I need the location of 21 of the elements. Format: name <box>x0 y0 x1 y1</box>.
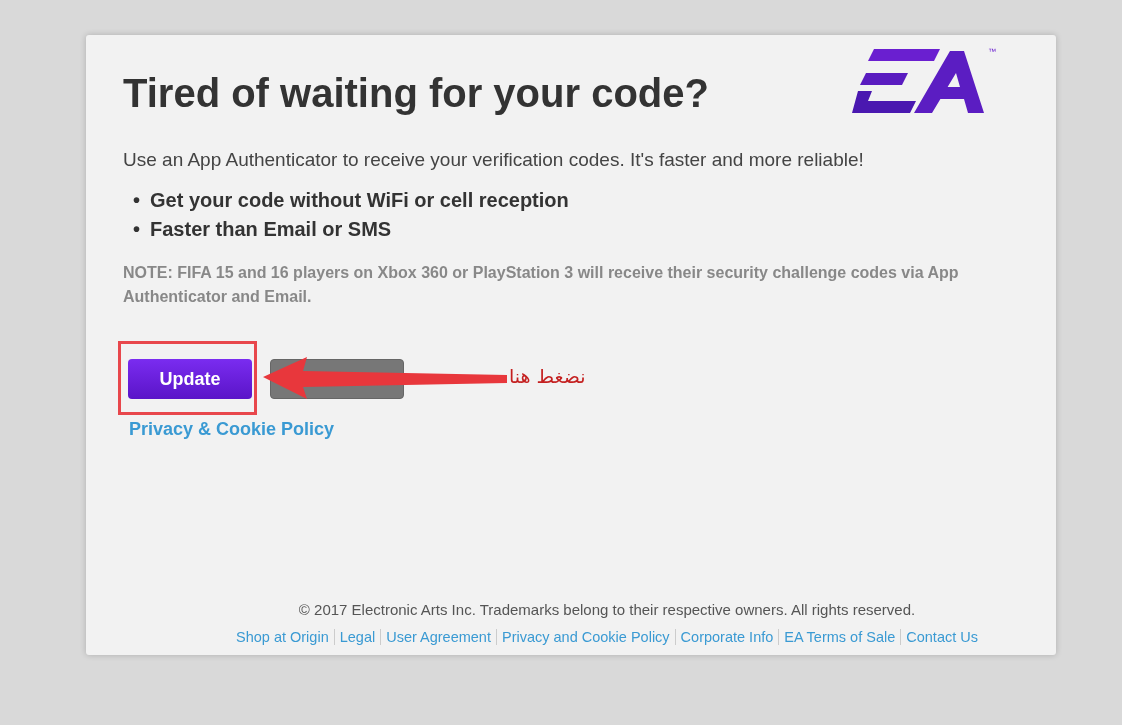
bullet-marker: • <box>133 218 140 241</box>
arrow-icon <box>263 357 509 401</box>
copyright-text: © 2017 Electronic Arts Inc. Trademarks belong to their respective owners. All rights reserved. <box>298 601 916 618</box>
update-button[interactable]: Update <box>128 359 252 399</box>
footer-link[interactable]: User Agreement <box>386 629 491 645</box>
footer-link[interactable]: Shop at Origin <box>236 629 329 645</box>
annotation-text: نضغط هنا <box>509 365 586 387</box>
bullet-marker: • <box>133 189 140 212</box>
trademark-sign: ™ <box>988 47 996 56</box>
footer-link[interactable]: Privacy and Cookie Policy <box>501 629 670 645</box>
footer-link[interactable]: Corporate Info <box>680 629 774 645</box>
privacy-link[interactable]: Privacy & Cookie Policy <box>123 419 335 440</box>
bullet-item: Get your code without WiFi or cell reception <box>150 189 569 212</box>
bullet-item: Faster than Email or SMS <box>150 218 392 241</box>
footer-link[interactable]: Legal <box>339 629 376 645</box>
note-text: NOTE: FIFA 15 and 16 players on Xbox 360 or PlayStation 3 will receive their security challenge codes via App Authenticator and Email. <box>123 263 960 307</box>
dialog-title: Tired of waiting for your code? <box>123 71 709 116</box>
footer-link[interactable]: Contact Us <box>906 629 978 645</box>
footer-link[interactable]: EA Terms of Sale <box>784 629 896 645</box>
intro-text: Use an App Authenticator to receive your verification codes. It's faster and more reliable! <box>123 149 865 171</box>
logo-icon <box>852 49 986 115</box>
